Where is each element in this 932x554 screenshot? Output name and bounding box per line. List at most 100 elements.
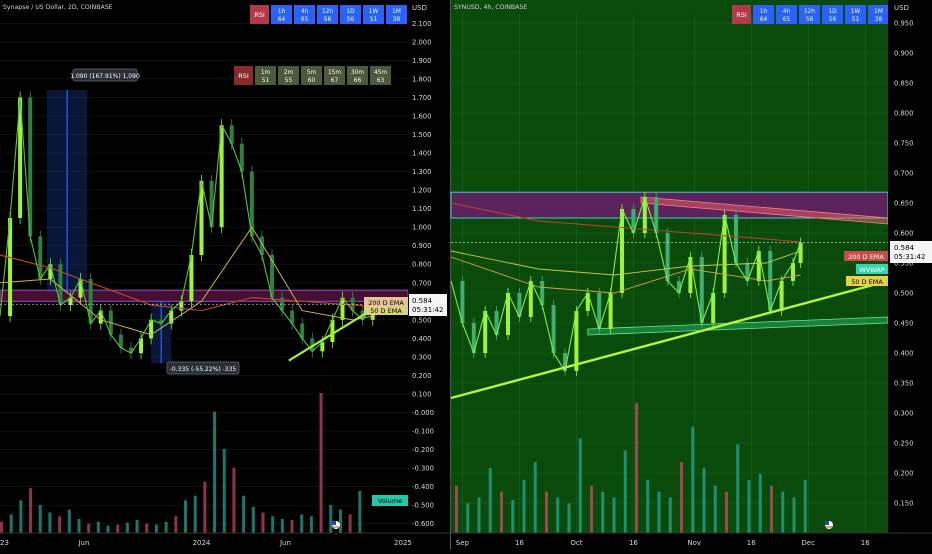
right-price-axis[interactable]: USD 0.950 0.900 0.850 0.800 0.750 0.700 0.650 0… — [888, 0, 932, 533]
left-volume-bar — [9, 514, 13, 533]
right-volume-bar — [522, 479, 526, 533]
right-axis-unit: USD — [894, 4, 909, 12]
left-countdown: 05:31:42 — [412, 306, 443, 314]
left-volume-text: Volume — [378, 497, 402, 505]
left-volume-bar — [67, 509, 71, 533]
left-chart-panel[interactable]: 1.090 (167.91%) 1,090 -0.335 (-55.22%) -… — [0, 0, 409, 533]
right-volume-bar — [567, 503, 571, 533]
dual-chart-svg: 1.090 (167.91%) 1,090 -0.335 (-55.22%) -… — [0, 0, 932, 550]
right-y-tick: 0.850 — [894, 80, 913, 88]
left-volume-bar — [329, 505, 333, 533]
left-volume-bar — [58, 516, 62, 533]
left-price-axis[interactable]: USD 2.100 2.000 1.900 1.800 1.700 1.600 1.500 1… — [408, 0, 450, 533]
right-y-tick: 0.900 — [894, 50, 913, 58]
rsi-timeframe-label: 1W — [369, 9, 379, 15]
right-volume-bar — [781, 491, 785, 533]
right-x-tick: Nov — [687, 539, 701, 547]
left-y-tick: -0.500 — [412, 502, 434, 510]
right-volume-bar — [623, 450, 627, 533]
left-y-tick: -0.200 — [412, 446, 434, 454]
rsi-timeframe-label: 45m — [374, 70, 387, 76]
left-volume-bar — [77, 519, 81, 533]
left-volume-bar — [125, 522, 129, 533]
chart-workspace: 1.090 (167.91%) 1,090 -0.335 (-55.22%) -… — [0, 0, 932, 550]
right-volume-bar — [601, 491, 605, 533]
left-y-tick: 0.200 — [412, 372, 431, 380]
left-volume-bar — [290, 519, 294, 533]
left-volume-bar — [29, 488, 33, 533]
right-volume-bar — [792, 497, 796, 533]
left-y-tick: 0.300 — [412, 353, 431, 361]
left-measure-up-text: 1.090 (167.91%) 1,090 — [70, 73, 140, 80]
left-volume-bar — [96, 521, 100, 533]
right-chart-panel[interactable]: SYNUSD, 4h, COINBASE RSI 1h 64 4h 65 12h 56 1D 5… — [450, 0, 889, 533]
rsi-label-text: RSI — [238, 72, 249, 80]
right-volume-bar — [725, 491, 728, 533]
left-volume-bar — [348, 514, 352, 533]
left-x-tick: Jun — [77, 539, 89, 547]
rsi-timeframe-value: 56 — [324, 17, 332, 23]
left-volume-bar — [319, 393, 323, 533]
right-ema200-text: 200 D EMA — [848, 253, 884, 261]
left-y-tick: 0.800 — [412, 261, 431, 269]
rsi-timeframe-label: 1m — [261, 70, 271, 76]
rsi-timeframe-value: 65 — [783, 17, 791, 23]
left-y-tick: -0.400 — [412, 483, 434, 491]
right-rsi-top-widget[interactable]: RSI 1h 64 4h 65 12h 56 1D 56 1W 51 1M 38 — [732, 5, 889, 24]
right-y-tick: 0.500 — [894, 290, 913, 298]
right-x-tick: 16 — [629, 539, 638, 547]
left-volume-bar — [193, 495, 197, 533]
rsi-timeframe-label: 1D — [828, 9, 837, 15]
left-x-tick: 2025 — [394, 539, 412, 547]
left-volume-bar — [145, 523, 149, 533]
left-time-axis[interactable]: 2023 Jun 2024 Jun 2025 — [0, 532, 450, 550]
left-measure-down-label: -0.335 (-55.22%) -335 — [166, 361, 240, 375]
rsi-timeframe-label: 1W — [851, 9, 861, 15]
rsi-timeframe-value: 56 — [806, 17, 814, 23]
left-y-tick: 0.400 — [412, 335, 431, 343]
rsi-timeframe-label: 12h — [804, 9, 815, 15]
left-volume-bar — [222, 449, 226, 533]
right-x-tick: 16 — [515, 539, 524, 547]
right-volume-bar — [578, 438, 582, 533]
right-volume-bar — [556, 497, 560, 533]
rsi-timeframe-label: 4h — [783, 9, 791, 15]
right-y-tick: 0.950 — [894, 20, 913, 28]
left-ema50-text: 50 D EMA — [370, 307, 402, 315]
rsi-timeframe-value: 55 — [285, 78, 293, 84]
left-volume-bar — [232, 467, 236, 533]
right-volume-bar — [500, 491, 503, 533]
right-time-axis[interactable]: Sep 16 Oct 16 Nov 16 Dec 16 — [451, 532, 932, 550]
left-y-tick: 0.700 — [412, 279, 431, 287]
left-chart-title: Synapse / US Dollar, 2D, COINBASE — [3, 4, 113, 11]
right-ema200-tag: 200 D EMA — [844, 251, 888, 261]
right-volume-bar — [770, 485, 773, 533]
left-y-tick: -0.100 — [412, 428, 434, 436]
left-x-tick: 2023 — [0, 539, 9, 547]
left-y-tick: 1.800 — [412, 75, 431, 83]
left-measure-up-label: 1.090 (167.91%) 1,090 — [70, 68, 140, 82]
left-y-tick: 1.100 — [412, 205, 431, 213]
left-axis-unit: USD — [412, 4, 427, 12]
right-y-tick: 0.600 — [894, 230, 913, 238]
rsi-timeframe-value: 56 — [829, 17, 837, 23]
left-rsi-top-widget[interactable]: RSI 1h 64 4h 65 12h 56 1D 56 1W 51 1M 38 — [250, 5, 407, 24]
rsi-timeframe-label: 12h — [322, 9, 333, 15]
left-y-tick: 1.700 — [412, 94, 431, 102]
rsi-timeframe-value: 64 — [760, 17, 768, 23]
right-y-tick: 0.800 — [894, 110, 913, 118]
right-price-value: 0.584 — [894, 244, 915, 252]
right-x-tick: 16 — [861, 539, 870, 547]
left-y-tick: 1.600 — [412, 112, 431, 120]
left-rsi-mid-widget[interactable]: RSI 1m 51 2m 55 5m 60 15m 67 30m 66 45m 63 — [234, 66, 391, 85]
rsi-timeframe-label: 2m — [284, 70, 294, 76]
left-volume-bar — [116, 524, 120, 533]
right-y-tick: 0.250 — [894, 440, 913, 448]
left-volume-bar — [154, 524, 158, 533]
left-volume-tag[interactable]: Volume — [372, 495, 408, 506]
right-chart-title: SYNUSD, 4h, COINBASE — [454, 4, 527, 11]
rsi-timeframe-value: 63 — [377, 78, 385, 84]
right-volume-bar — [477, 497, 481, 533]
left-volume-bar — [19, 500, 23, 533]
left-ema200-tag: 200 D EMA — [364, 297, 408, 307]
